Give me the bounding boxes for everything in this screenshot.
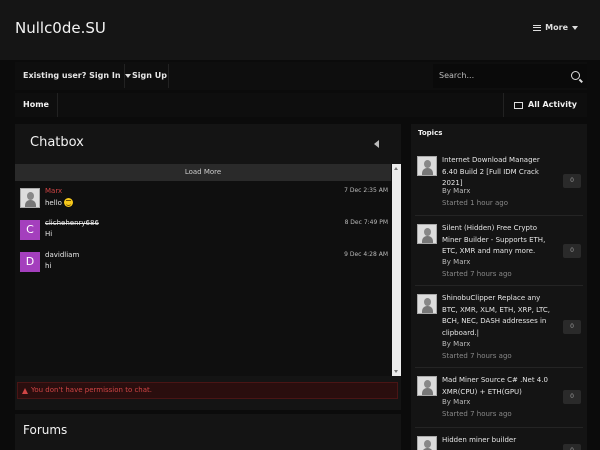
topic-author[interactable]: By Marx (442, 187, 470, 195)
message-author[interactable]: Marx (45, 187, 62, 195)
message-text: hi (45, 262, 52, 270)
site-logo[interactable]: Nullc0de.SU (15, 19, 106, 37)
avatar[interactable]: D (20, 252, 40, 272)
avatar[interactable] (417, 376, 437, 396)
avatar[interactable] (417, 224, 437, 244)
chevron-down-icon (572, 25, 578, 30)
reply-count-badge: 0 (563, 444, 581, 450)
chat-messages-list: Marx hello 7 Dec 2:35 AM C clichehenry68… (15, 181, 392, 376)
reply-count-badge: 0 (563, 174, 581, 188)
user-bar: Existing user? Sign In Sign Up Search... (15, 62, 587, 90)
avatar[interactable] (20, 188, 40, 208)
reply-count-badge: 0 (563, 390, 581, 404)
topic-title[interactable]: Hidden miner builder (442, 435, 552, 447)
hamburger-icon (533, 23, 542, 32)
topic-author[interactable]: By Marx (442, 398, 470, 406)
message-author[interactable]: davidliam (45, 251, 79, 259)
divider (415, 285, 583, 286)
topic-title[interactable]: Internet Download Manager 6.40 Build 2 [… (442, 155, 552, 190)
more-label: More (545, 23, 568, 32)
reply-count-badge: 0 (563, 244, 581, 258)
message-text: Hi (45, 230, 53, 238)
chat-message: C clichehenry686 Hi 8 Dec 7:49 PM (15, 215, 392, 247)
nav-home-tab[interactable]: Home (15, 93, 58, 117)
chat-message: D davidliam hi 9 Dec 4:28 AM (15, 247, 392, 279)
nav-bar: Home All Activity (15, 93, 587, 117)
avatar[interactable]: C (20, 220, 40, 240)
scroll-down-icon[interactable] (394, 370, 398, 373)
message-author[interactable]: clichehenry686 (45, 219, 99, 227)
chat-scrollbar[interactable] (392, 164, 401, 376)
sign-in-button[interactable]: Existing user? Sign In (15, 62, 139, 90)
reply-count-badge: 0 (563, 320, 581, 334)
divider (415, 215, 583, 216)
all-activity-button[interactable]: All Activity (503, 93, 587, 117)
topics-panel: Topics Internet Download Manager 6.40 Bu… (411, 124, 587, 450)
topic-title[interactable]: Silent (Hidden) Free Crypto Miner Builde… (442, 223, 552, 258)
collapse-icon[interactable] (374, 140, 379, 148)
inbox-icon (514, 101, 524, 109)
divider (415, 427, 583, 428)
avatar[interactable] (417, 294, 437, 314)
all-activity-label: All Activity (528, 100, 577, 109)
load-more-button[interactable]: Load More (15, 164, 391, 181)
permission-warning: You don't have permission to chat. (17, 382, 398, 399)
message-text-content: hello (45, 198, 62, 207)
message-time: 9 Dec 4:28 AM (344, 251, 388, 258)
topic-author[interactable]: By Marx (442, 258, 470, 266)
forums-panel: Forums (15, 414, 401, 450)
topic-title[interactable]: ShinobuClipper Replace any BTC, XMR, XLM… (442, 293, 552, 339)
message-text: hello (45, 198, 73, 207)
scroll-up-icon[interactable] (394, 167, 398, 170)
search-icon[interactable] (571, 71, 580, 80)
message-time: 7 Dec 2:35 AM (344, 187, 388, 194)
chat-message: Marx hello 7 Dec 2:35 AM (15, 183, 392, 215)
search-input[interactable]: Search... (433, 64, 587, 88)
search-placeholder: Search... (439, 71, 475, 80)
message-time: 8 Dec 7:49 PM (344, 219, 388, 226)
divider (415, 367, 583, 368)
avatar[interactable] (417, 436, 437, 450)
chatbox-title: Chatbox (30, 135, 84, 150)
chatbox-panel: Chatbox Load More Marx hello 7 Dec 2:35 … (15, 124, 401, 410)
forums-title: Forums (23, 423, 68, 437)
more-menu-button[interactable]: More (533, 23, 578, 32)
smile-emoji-icon (63, 198, 73, 207)
topic-started: Started 1 hour ago (442, 199, 509, 207)
topics-title: Topics (418, 129, 443, 137)
site-header: Nullc0de.SU More (0, 0, 600, 60)
topic-title[interactable]: Mad Miner Source C# .Net 4.0 XMR(CPU) + … (442, 375, 552, 398)
warning-icon (22, 387, 28, 394)
topic-started: Started 7 hours ago (442, 270, 512, 278)
avatar[interactable] (417, 156, 437, 176)
sign-in-label: Existing user? Sign In (23, 71, 121, 80)
topic-started: Started 7 hours ago (442, 410, 512, 418)
topic-author[interactable]: By Marx (442, 340, 470, 348)
permission-warning-text: You don't have permission to chat. (31, 386, 152, 394)
divider (168, 64, 169, 88)
topic-started: Started 7 hours ago (442, 352, 512, 360)
